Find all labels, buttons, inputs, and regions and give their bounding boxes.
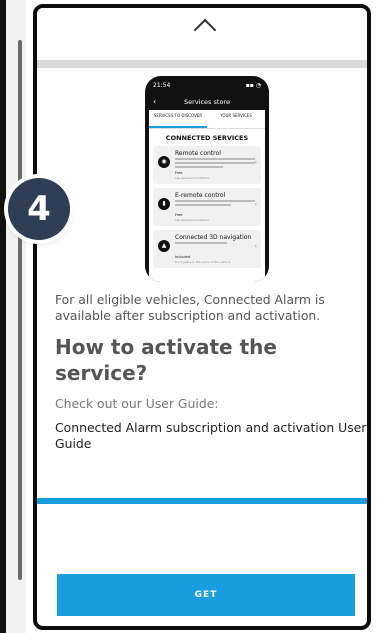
left-panel — [6, 0, 26, 633]
chevron-left-icon: ‹ — [153, 97, 157, 106]
mock-time: 21:54 — [153, 82, 171, 89]
mock-service-card: ▲ Connected 3D navigation Included for 3… — [153, 230, 261, 268]
mock-card-price: Included — [175, 255, 190, 259]
mock-card-note: for 3 years in the price of the vehicle — [175, 260, 231, 264]
signal-icon: ▪▪ ◔ — [245, 82, 261, 89]
step-number-badge: 4 — [8, 178, 70, 240]
mock-header-title: Services store — [184, 98, 230, 106]
mock-card-description — [175, 158, 255, 168]
get-button[interactable]: GET — [57, 574, 355, 616]
remote-icon: ◉ — [158, 156, 170, 168]
chevron-up-icon[interactable] — [193, 18, 217, 42]
phone-frame: 21:54 ▪▪ ◔ ‹ Services store SERVICES TO … — [33, 4, 371, 630]
mock-card-price: Free — [175, 171, 183, 175]
mock-card-description — [175, 200, 255, 210]
mock-tab-discover: SERVICES TO DISCOVER — [149, 110, 207, 128]
plug-icon: ▮ — [158, 198, 170, 210]
section-heading: How to activate the service? — [55, 335, 277, 385]
mock-header: ‹ Services store — [145, 94, 269, 110]
chevron-right-icon: › — [254, 201, 257, 208]
mock-card-note: see general conditions — [175, 218, 209, 222]
mock-card-note: see general conditions — [175, 176, 209, 180]
chevron-right-icon: › — [254, 159, 257, 166]
guide-intro-text: Check out our User Guide: — [55, 396, 219, 411]
user-guide-link[interactable]: Connected Alarm subscription and activat… — [55, 420, 367, 452]
mock-card-description — [175, 242, 255, 252]
mock-card-price: Free — [175, 213, 183, 217]
services-store-screenshot: 21:54 ▪▪ ◔ ‹ Services store SERVICES TO … — [145, 76, 269, 282]
mock-card-title: Remote control — [175, 150, 221, 157]
mock-screen: SERVICES TO DISCOVER YOUR SERVICES CONNE… — [149, 110, 265, 282]
intro-text: For all eligible vehicles, Connected Ala… — [55, 292, 325, 323]
header-separator — [37, 60, 367, 68]
top-bar — [37, 8, 367, 60]
mock-card-title: Connected 3D navigation — [175, 234, 252, 241]
mock-section-title: CONNECTED SERVICES — [165, 134, 249, 142]
left-panel-rule — [18, 40, 22, 580]
mock-service-card: ◉ Remote control Free see general condit… — [153, 146, 261, 184]
chevron-right-icon: › — [254, 243, 257, 250]
mock-tabs: SERVICES TO DISCOVER YOUR SERVICES — [149, 110, 265, 129]
mock-status-bar: 21:54 ▪▪ ◔ — [153, 82, 261, 92]
mock-tab-your-services: YOUR SERVICES — [220, 113, 252, 118]
navigation-icon: ▲ — [158, 240, 170, 252]
blue-divider — [37, 498, 367, 504]
mock-card-title: E-remote control — [175, 192, 226, 199]
mock-service-card: ▮ E-remote control Free see general cond… — [153, 188, 261, 226]
